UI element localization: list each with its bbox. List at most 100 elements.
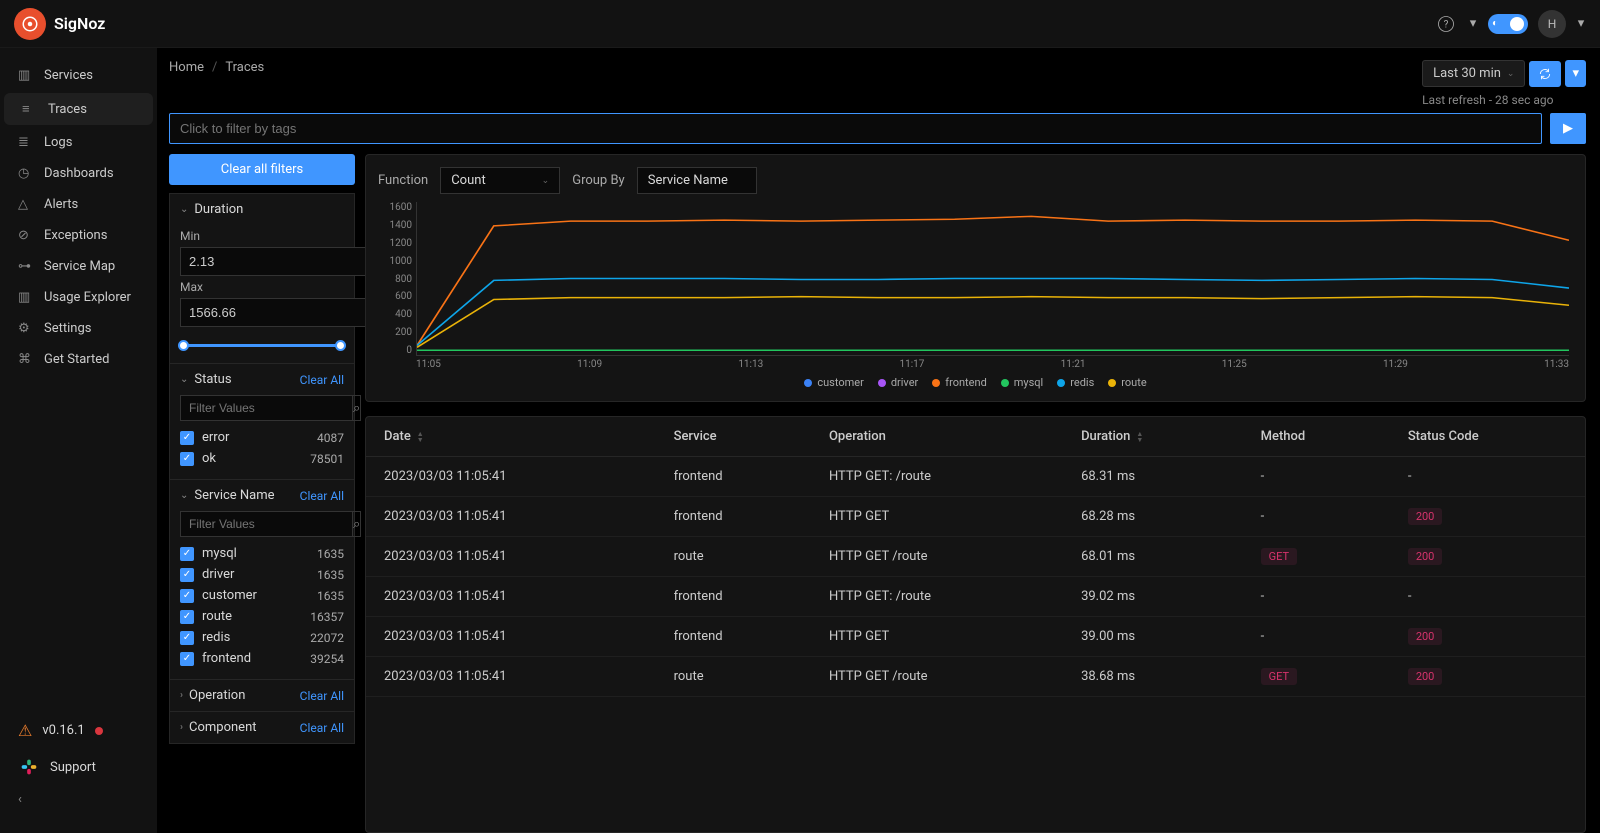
checkbox-icon: ✓ (180, 568, 194, 582)
chevron-down-icon[interactable]: ▾ (1576, 12, 1586, 36)
filters-panel: Clear all filters ⌄ Duration Min ms Max (169, 154, 355, 833)
column-status-code: Status Code (1390, 417, 1585, 457)
table-row[interactable]: 2023/03/03 11:05:41frontendHTTP GET39.00… (366, 617, 1585, 657)
sidebar-item-label: Get Started (44, 352, 109, 367)
clear-operation-link[interactable]: Clear All (300, 689, 344, 703)
legend-item-mysql[interactable]: mysql (1001, 376, 1043, 389)
legend-swatch-icon (804, 379, 812, 387)
service-option-frontend[interactable]: ✓frontend39254 (180, 648, 344, 669)
duration-slider[interactable] (180, 337, 344, 353)
legend-item-route[interactable]: route (1108, 376, 1146, 389)
run-query-button[interactable]: ▶ (1550, 113, 1586, 144)
bar-icon: ▥ (18, 68, 34, 83)
table-row[interactable]: 2023/03/03 11:05:41frontendHTTP GET: /ro… (366, 577, 1585, 617)
sort-icon: ▲▼ (1136, 431, 1143, 443)
support-row[interactable]: Support (0, 748, 157, 786)
play-icon: ▶ (1563, 121, 1573, 136)
legend-item-redis[interactable]: redis (1057, 376, 1094, 389)
logo[interactable]: SigNoz (14, 8, 105, 40)
service-section-toggle[interactable]: ⌄ Service Name Clear All (170, 480, 354, 511)
status-search-button[interactable]: ⌕ (353, 395, 361, 421)
column-date[interactable]: Date▲▼ (366, 417, 656, 457)
bar-icon: ▥ (18, 290, 34, 305)
legend-item-customer[interactable]: customer (804, 376, 863, 389)
sidebar-item-alerts[interactable]: △Alerts (0, 189, 157, 220)
clear-status-link[interactable]: Clear All (300, 373, 344, 387)
tag-filter-input[interactable] (169, 113, 1542, 144)
time-range-select[interactable]: Last 30 min ⌄ (1422, 60, 1525, 87)
chevron-down-icon: ⌄ (542, 176, 550, 186)
column-method: Method (1243, 417, 1390, 457)
sidebar-item-service-map[interactable]: ⊶Service Map (0, 251, 157, 282)
search-icon: ⌕ (353, 517, 360, 532)
lines-icon: ≣ (18, 135, 34, 150)
service-option-route[interactable]: ✓route16357 (180, 606, 344, 627)
version-row[interactable]: ⚠ v0.16.1 (0, 713, 157, 748)
column-duration[interactable]: Duration▲▼ (1063, 417, 1243, 457)
chevron-down-icon: ⌄ (1507, 69, 1515, 79)
service-option-customer[interactable]: ✓customer1635 (180, 585, 344, 606)
component-section-toggle[interactable]: › Component Clear All (170, 712, 354, 743)
table-row[interactable]: 2023/03/03 11:05:41frontendHTTP GET: /ro… (366, 457, 1585, 497)
sidebar-item-settings[interactable]: ⚙Settings (0, 313, 157, 344)
service-search-button[interactable]: ⌕ (353, 511, 361, 537)
breadcrumb-current: Traces (225, 60, 264, 75)
legend-swatch-icon (1001, 379, 1009, 387)
status-section-toggle[interactable]: ⌄ Status Clear All (170, 364, 354, 395)
legend-item-driver[interactable]: driver (878, 376, 918, 389)
duration-section-toggle[interactable]: ⌄ Duration (170, 194, 354, 225)
table-row[interactable]: 2023/03/03 11:05:41frontendHTTP GET68.28… (366, 497, 1585, 537)
time-controls: Last 30 min ⌄ ▾ Last refresh - 28 sec ag… (1422, 60, 1586, 107)
sidebar-item-label: Services (44, 68, 93, 83)
legend-item-frontend[interactable]: frontend (932, 376, 987, 389)
sidebar-item-logs[interactable]: ≣Logs (0, 127, 157, 158)
search-icon: ⌕ (353, 401, 360, 416)
column-operation: Operation (811, 417, 1063, 457)
sidebar-item-traces[interactable]: ≡Traces (4, 93, 153, 125)
moon-icon: ◐ (1492, 18, 1498, 29)
clear-component-link[interactable]: Clear All (300, 721, 344, 735)
service-option-redis[interactable]: ✓redis22072 (180, 627, 344, 648)
column-service: Service (656, 417, 811, 457)
sidebar-item-services[interactable]: ▥ Services (0, 60, 157, 91)
status-option-ok[interactable]: ✓ok78501 (180, 448, 344, 469)
refresh-options-button[interactable]: ▾ (1565, 60, 1586, 87)
breadcrumb-home[interactable]: Home (169, 60, 204, 75)
duration-min-input[interactable] (180, 247, 374, 276)
service-option-mysql[interactable]: ✓mysql1635 (180, 543, 344, 564)
chevron-down-icon: ⌄ (180, 374, 188, 385)
sidebar-item-dashboards[interactable]: ◷Dashboards (0, 158, 157, 189)
clear-all-filters-button[interactable]: Clear all filters (169, 154, 355, 185)
table-row[interactable]: 2023/03/03 11:05:41routeHTTP GET /route3… (366, 657, 1585, 697)
last-refresh-text: Last refresh - 28 sec ago (1422, 93, 1553, 107)
table-row[interactable]: 2023/03/03 11:05:41routeHTTP GET /route6… (366, 537, 1585, 577)
checkbox-icon: ✓ (180, 631, 194, 645)
duration-max-input[interactable] (180, 298, 374, 327)
function-select[interactable]: Count ⌄ (440, 167, 560, 194)
legend-swatch-icon (1057, 379, 1065, 387)
status-filter-input[interactable] (180, 395, 353, 421)
clear-service-link[interactable]: Clear All (300, 489, 344, 503)
chevron-down-icon[interactable]: ▾ (1468, 12, 1478, 36)
service-option-driver[interactable]: ✓driver1635 (180, 564, 344, 585)
sidebar-item-exceptions[interactable]: ⊘ Exceptions (0, 220, 157, 251)
groupby-select[interactable]: Service Name (637, 167, 757, 194)
chevron-down-icon: ⌄ (180, 490, 188, 501)
legend-swatch-icon (1108, 379, 1116, 387)
sidebar: ▥Services≡Traces≣Logs◷Dashboards△Alerts⊘… (0, 48, 157, 833)
service-filter-input[interactable] (180, 511, 353, 537)
help-icon[interactable]: ? (1434, 12, 1458, 36)
warn-icon: ⊘ (18, 228, 34, 243)
chevron-down-icon: ⌄ (180, 204, 188, 215)
refresh-button[interactable] (1529, 61, 1561, 87)
checkbox-icon: ✓ (180, 610, 194, 624)
status-option-error[interactable]: ✓error4087 (180, 427, 344, 448)
avatar[interactable]: H (1538, 10, 1566, 38)
breadcrumb: Home / Traces (169, 60, 264, 75)
theme-toggle[interactable]: ◐ (1488, 14, 1528, 34)
sidebar-item-get-started[interactable]: ⌘Get Started (0, 344, 157, 375)
sidebar-item-label: Exceptions (44, 228, 107, 243)
collapse-sidebar-button[interactable]: ‹ (0, 786, 157, 813)
operation-section-toggle[interactable]: › Operation Clear All (170, 680, 354, 711)
sidebar-item-usage-explorer[interactable]: ▥Usage Explorer (0, 282, 157, 313)
